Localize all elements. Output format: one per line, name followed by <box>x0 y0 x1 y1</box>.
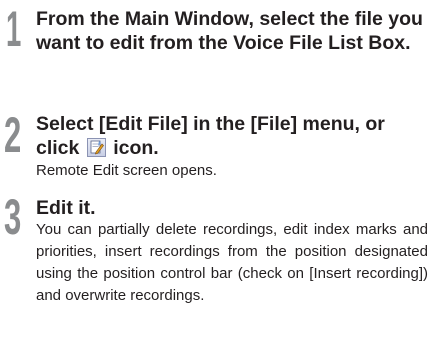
step-heading: Select [Edit File] in the [File] menu, o… <box>36 112 428 160</box>
step-body: You can partially delete recordings, edi… <box>36 221 428 304</box>
step-heading: From the Main Window, select the file yo… <box>36 8 423 54</box>
edit-file-icon[interactable] <box>86 138 106 157</box>
step-heading-text-end: icon. <box>113 137 159 159</box>
step-number: 2 <box>4 107 21 163</box>
step-heading: Edit it. <box>36 197 96 219</box>
step-number: 3 <box>4 189 21 245</box>
step-number: 1 <box>6 1 21 57</box>
step-body: Remote Edit screen opens. <box>36 162 217 179</box>
